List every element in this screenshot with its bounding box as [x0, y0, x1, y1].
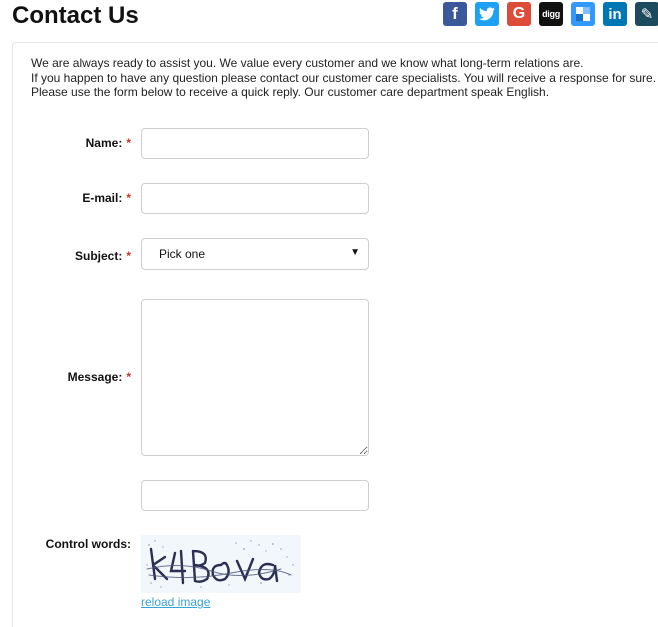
message-label: Message: *: [68, 370, 131, 384]
email-label-text: E-mail:: [82, 191, 123, 205]
email-label: E-mail: *: [82, 191, 131, 205]
twitter-icon: [479, 7, 495, 21]
captcha-image: [141, 535, 301, 593]
intro-line: We are always ready to assist you. We va…: [31, 56, 584, 70]
facebook-icon: f: [452, 4, 458, 23]
captcha-image-graphic: [141, 535, 301, 593]
email-input[interactable]: [141, 183, 369, 214]
page-title: Contact Us: [12, 2, 139, 29]
subject-label-text: Subject:: [74, 249, 123, 263]
intro-line: Please use the form below to receive a q…: [31, 85, 550, 99]
reload-image-link[interactable]: reload image: [141, 595, 210, 609]
pencil-share-button[interactable]: ✎: [635, 2, 658, 26]
google-share-button[interactable]: G: [507, 2, 531, 26]
delicious-icon: [576, 7, 590, 21]
control-words-input[interactable]: [141, 480, 369, 511]
subject-selected-value: Pick one: [159, 247, 206, 261]
digg-icon: digg: [542, 9, 560, 19]
linkedin-icon: in: [608, 5, 622, 23]
message-textarea[interactable]: [141, 299, 369, 456]
contact-page: Contact Us f G digg in ✎ We are always r…: [0, 0, 658, 627]
pencil-icon: ✎: [640, 5, 654, 23]
required-marker: *: [126, 191, 131, 205]
message-label-text: Message:: [67, 370, 123, 384]
name-label: Name: *: [86, 136, 131, 150]
subject-label: Subject: *: [75, 249, 131, 263]
delicious-share-button[interactable]: [571, 2, 595, 26]
control-words-label: Control words:: [45, 537, 131, 551]
name-label-text: Name:: [85, 136, 123, 150]
digg-share-button[interactable]: digg: [539, 2, 563, 26]
required-marker: *: [126, 249, 131, 263]
google-icon: G: [512, 5, 526, 22]
subject-select[interactable]: Pick one ▼: [141, 238, 369, 270]
required-marker: *: [126, 136, 131, 150]
twitter-share-button[interactable]: [475, 2, 499, 26]
required-marker: *: [126, 370, 131, 384]
facebook-share-button[interactable]: f: [443, 2, 467, 26]
chevron-down-icon: ▼: [350, 247, 360, 258]
linkedin-share-button[interactable]: in: [603, 2, 627, 26]
intro-line: If you happen to have any question pleas…: [31, 70, 657, 85]
social-share-bar: f G digg in ✎: [443, 2, 658, 26]
intro-text: We are always ready to assist you. We va…: [31, 56, 658, 100]
name-input[interactable]: [141, 128, 369, 159]
